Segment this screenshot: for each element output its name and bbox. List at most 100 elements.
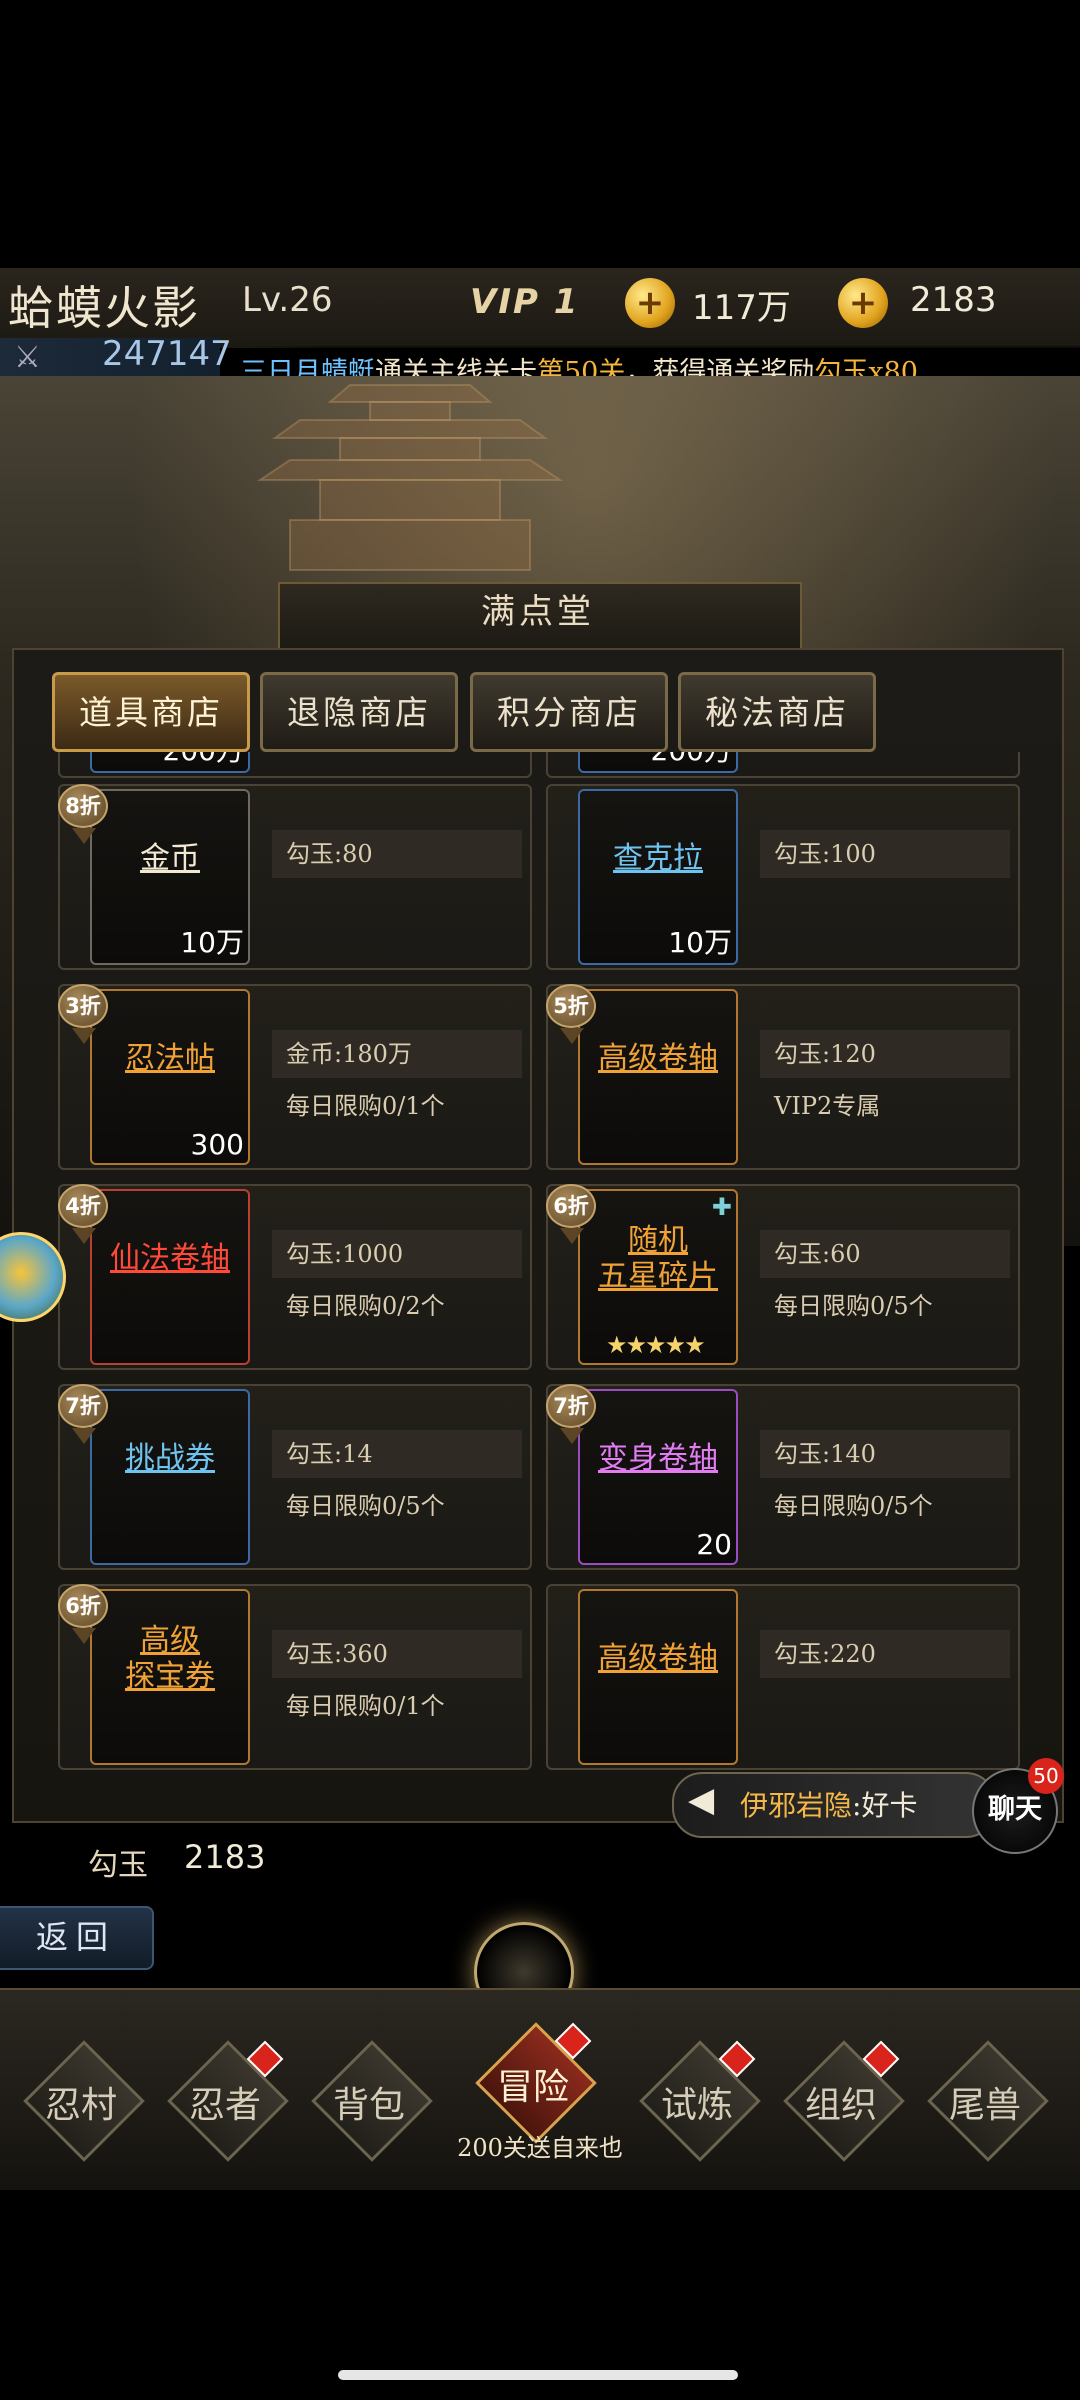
item-price[interactable]: 勾玉:100 bbox=[760, 830, 1010, 878]
discount-label: 6折 bbox=[546, 1184, 596, 1228]
item-name: 随机 bbox=[628, 1223, 688, 1258]
item-price[interactable]: 勾玉:80 bbox=[272, 830, 522, 878]
item-quantity: 10万 bbox=[668, 926, 732, 959]
hall-title: 满点堂 bbox=[481, 592, 595, 632]
ribbon-tail bbox=[560, 1428, 584, 1444]
item-name: 高级 bbox=[140, 1623, 200, 1658]
item-quantity: 300 bbox=[190, 1128, 244, 1161]
item-box[interactable]: 高级卷轴 bbox=[578, 1589, 738, 1765]
nav-label: 冒险 bbox=[496, 2067, 569, 2108]
ribbon-tail bbox=[72, 828, 96, 844]
tab-item-shop[interactable]: 道具商店 bbox=[52, 672, 250, 752]
puzzle-piece-icon: ✚ bbox=[711, 1193, 732, 1221]
tab-retire-shop[interactable]: 退隐商店 bbox=[260, 672, 458, 752]
shop-item-card[interactable]: 忍法帖 300 3折金币:180万每日限购0/1个 bbox=[58, 984, 532, 1170]
combat-power: 247147 bbox=[102, 334, 232, 374]
nav-label: 忍者 bbox=[188, 2085, 261, 2126]
item-box[interactable]: 金币 10万 bbox=[90, 789, 250, 965]
item-name: 忍法帖 bbox=[125, 1041, 215, 1076]
shop-item-card-partial[interactable]: 200万 bbox=[58, 752, 532, 778]
item-grid[interactable]: 200万 200万 金币 10万 8折勾玉:80 查克拉 10万 勾玉:100 忍法帖 300… bbox=[58, 752, 1022, 1792]
purchase-limit: 每日限购0/1个 bbox=[286, 1092, 445, 1120]
nav-item[interactable]: 冒险 bbox=[475, 2022, 597, 2144]
discount-label: 7折 bbox=[58, 1384, 108, 1428]
gouyu-value: 2183 bbox=[910, 280, 997, 320]
item-box[interactable]: 200万 bbox=[578, 752, 738, 773]
nav-label: 尾兽 bbox=[948, 2085, 1021, 2126]
ribbon-tail bbox=[72, 1428, 96, 1444]
nav-item[interactable]: 忍者 bbox=[167, 2040, 289, 2162]
tab-secret-shop[interactable]: 秘法商店 bbox=[678, 672, 876, 752]
item-box[interactable]: 200万 bbox=[90, 752, 250, 773]
home-indicator[interactable] bbox=[338, 2370, 738, 2380]
item-name: 探宝券 bbox=[125, 1659, 215, 1694]
shop-item-card[interactable]: 高级卷轴 5折勾玉:120 VIP2专属 bbox=[546, 984, 1020, 1170]
item-name: 变身卷轴 bbox=[598, 1441, 718, 1476]
item-quantity: 200万 bbox=[651, 752, 732, 769]
shop-item-card[interactable]: 高级 探宝券 6折 勾玉:360 每日限购0/1个 bbox=[58, 1584, 532, 1770]
player-level: Lv.26 bbox=[242, 280, 333, 320]
discount-label: 6折 bbox=[58, 1584, 108, 1628]
shop-item-card[interactable]: 随机 五星碎片 ★★★★★ ✚ 6折 勾玉:60 每日限购0/5个 bbox=[546, 1184, 1020, 1370]
shop-item-card[interactable]: 变身卷轴 20 7折 勾玉:140 每日限购0/5个 bbox=[546, 1384, 1020, 1570]
item-price[interactable]: 勾玉:60 bbox=[760, 1230, 1010, 1278]
chevron-left-icon[interactable]: ◀ bbox=[688, 1780, 714, 1820]
discount-badge: 5折 bbox=[546, 984, 598, 1044]
item-box[interactable]: 随机 五星碎片 ★★★★★ ✚ bbox=[578, 1189, 738, 1365]
shop-item-card[interactable]: 查克拉 10万 勾玉:100 bbox=[546, 784, 1020, 970]
nav-item[interactable]: 尾兽 bbox=[927, 2040, 1049, 2162]
item-name: 挑战券 bbox=[125, 1441, 215, 1476]
purchase-limit: 每日限购0/2个 bbox=[286, 1292, 445, 1320]
purchase-limit: 每日限购0/1个 bbox=[286, 1692, 445, 1720]
coin-add-icon[interactable]: + bbox=[625, 278, 675, 328]
shop-item-card[interactable]: 挑战券 7折勾玉:14 每日限购0/5个 bbox=[58, 1384, 532, 1570]
item-box[interactable]: 高级卷轴 bbox=[578, 989, 738, 1165]
item-price[interactable]: 金币:180万 bbox=[272, 1030, 522, 1078]
tab-points-shop[interactable]: 积分商店 bbox=[470, 672, 668, 752]
discount-label: 8折 bbox=[58, 784, 108, 828]
item-box[interactable]: 变身卷轴 20 bbox=[578, 1389, 738, 1565]
nav-item[interactable]: 背包 bbox=[311, 2040, 433, 2162]
item-price[interactable]: 勾玉:220 bbox=[760, 1630, 1010, 1678]
ribbon-tail bbox=[72, 1228, 96, 1244]
gouyu-add-icon[interactable]: + bbox=[838, 278, 888, 328]
item-price[interactable]: 勾玉:14 bbox=[272, 1430, 522, 1478]
item-name: 金币 bbox=[140, 841, 200, 876]
item-name: 仙法卷轴 bbox=[110, 1241, 230, 1276]
ribbon-tail bbox=[72, 1628, 96, 1644]
nav-item[interactable]: 忍村 bbox=[23, 2040, 145, 2162]
discount-label: 4折 bbox=[58, 1184, 108, 1228]
chat-message[interactable]: 伊邪岩隐:好卡 bbox=[740, 1784, 917, 1824]
ribbon-tail bbox=[560, 1228, 584, 1244]
item-box[interactable]: 忍法帖 300 bbox=[90, 989, 250, 1165]
shop-item-card[interactable]: 高级卷轴 勾玉:220 bbox=[546, 1584, 1020, 1770]
purchase-limit: 每日限购0/5个 bbox=[286, 1492, 445, 1520]
nav-label: 忍村 bbox=[44, 2085, 117, 2126]
nav-item[interactable]: 组织 bbox=[783, 2040, 905, 2162]
nav-label: 组织 bbox=[804, 2085, 877, 2126]
item-box[interactable]: 查克拉 10万 bbox=[578, 789, 738, 965]
back-button[interactable]: 返回 bbox=[0, 1906, 154, 1970]
chat-content: :好卡 bbox=[852, 1789, 918, 1822]
item-box[interactable]: 高级 探宝券 bbox=[90, 1589, 250, 1765]
discount-badge: 6折 bbox=[58, 1584, 110, 1644]
shop-item-card-partial[interactable]: 200万 bbox=[546, 752, 1020, 778]
discount-label: 3折 bbox=[58, 984, 108, 1028]
purchase-limit: VIP2专属 bbox=[774, 1092, 881, 1120]
shop-item-card[interactable]: 金币 10万 8折勾玉:80 bbox=[58, 784, 532, 970]
coin-value: 117万 bbox=[692, 288, 791, 328]
gouyu-label: 勾玉 bbox=[88, 1848, 148, 1883]
item-price[interactable]: 勾玉:120 bbox=[760, 1030, 1010, 1078]
shop-item-card[interactable]: 仙法卷轴 4折勾玉:1000 每日限购0/2个 bbox=[58, 1184, 532, 1370]
item-name: 查克拉 bbox=[613, 841, 703, 876]
item-price[interactable]: 勾玉:140 bbox=[760, 1430, 1010, 1478]
item-box[interactable]: 挑战券 bbox=[90, 1389, 250, 1565]
vip-badge[interactable]: VIP 1 bbox=[470, 282, 579, 322]
discount-badge: 7折 bbox=[58, 1384, 110, 1444]
discount-label: 5折 bbox=[546, 984, 596, 1028]
item-box[interactable]: 仙法卷轴 bbox=[90, 1189, 250, 1365]
item-price[interactable]: 勾玉:360 bbox=[272, 1630, 522, 1678]
discount-label: 7折 bbox=[546, 1384, 596, 1428]
chat-unread-badge: 50 bbox=[1028, 1758, 1064, 1794]
item-price[interactable]: 勾玉:1000 bbox=[272, 1230, 522, 1278]
